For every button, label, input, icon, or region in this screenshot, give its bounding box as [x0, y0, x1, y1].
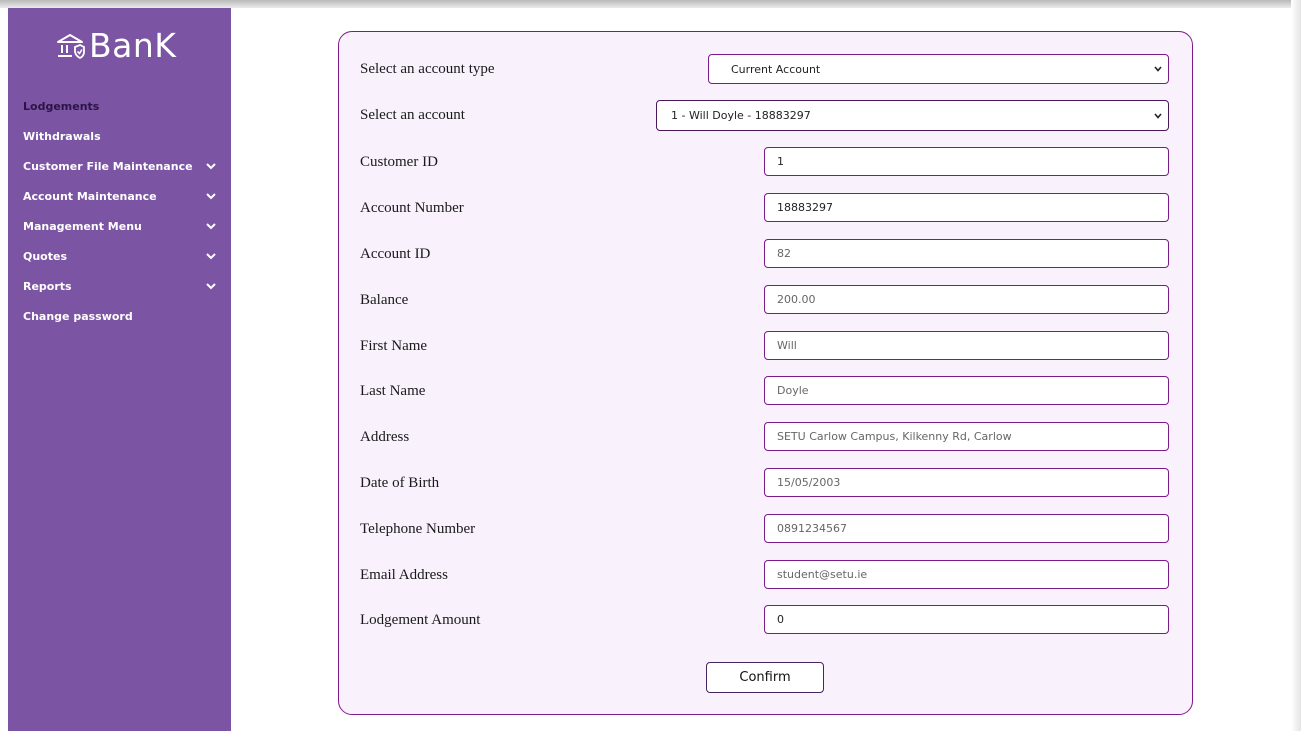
balance-row: Balance 200.00 [339, 285, 1192, 314]
chevron-down-icon [206, 193, 216, 200]
sidebar: BanK Lodgements Withdrawals Customer Fil… [8, 8, 231, 731]
customer-id-row: Customer ID 1 [339, 147, 1192, 176]
account-id-value: 82 [777, 247, 791, 260]
lodgement-form: Select an account type Current Account S… [338, 31, 1193, 715]
lodgement-amount-value: 0 [777, 613, 784, 626]
lodgement-amount-label: Lodgement Amount [360, 612, 481, 628]
chevron-down-icon [206, 283, 216, 290]
sidebar-nav: Lodgements Withdrawals Customer File Mai… [8, 91, 231, 331]
sidebar-item-label: Quotes [23, 249, 68, 263]
account-type-label: Select an account type [360, 61, 495, 77]
confirm-button[interactable]: Confirm [706, 662, 824, 693]
balance-field[interactable]: 200.00 [764, 285, 1169, 314]
sidebar-item-lodgements[interactable]: Lodgements [8, 91, 231, 121]
account-number-label: Account Number [360, 200, 464, 216]
telephone-field[interactable]: 0891234567 [764, 514, 1169, 543]
last-name-field[interactable]: Doyle [764, 376, 1169, 405]
sidebar-item-account-maintenance[interactable]: Account Maintenance [8, 181, 231, 211]
date-of-birth-row: Date of Birth 15/05/2003 [339, 468, 1192, 497]
sidebar-item-label: Account Maintenance [23, 189, 157, 203]
email-value: student@setu.ie [777, 568, 868, 581]
address-value: SETU Carlow Campus, Kilkenny Rd, Carlow [777, 430, 1012, 443]
chevron-down-icon [1154, 66, 1162, 72]
balance-value: 200.00 [777, 293, 816, 306]
telephone-value: 0891234567 [777, 522, 847, 535]
sidebar-item-reports[interactable]: Reports [8, 271, 231, 301]
sidebar-item-label: Change password [23, 309, 133, 323]
address-row: Address SETU Carlow Campus, Kilkenny Rd,… [339, 422, 1192, 451]
sidebar-item-change-password[interactable]: Change password [8, 301, 231, 331]
sidebar-item-label: Lodgements [23, 99, 100, 113]
customer-id-label: Customer ID [360, 154, 438, 170]
first-name-label: First Name [360, 338, 428, 354]
account-label: Select an account [360, 107, 465, 123]
last-name-row: Last Name Doyle [339, 376, 1192, 405]
sidebar-item-management-menu[interactable]: Management Menu [8, 211, 231, 241]
account-number-value: 18883297 [777, 201, 833, 214]
account-select[interactable]: 1 - Will Doyle - 18883297 [656, 100, 1169, 131]
last-name-label: Last Name [360, 383, 426, 399]
account-id-label: Account ID [360, 246, 431, 262]
brand-name: BanK [89, 26, 177, 65]
email-field[interactable]: student@setu.ie [764, 560, 1169, 589]
account-row: Select an account 1 - Will Doyle - 18883… [339, 100, 1192, 131]
account-value: 1 - Will Doyle - 18883297 [671, 109, 811, 122]
bank-logo[interactable]: BanK [55, 24, 176, 68]
window-top-edge [0, 0, 1301, 8]
sidebar-item-quotes[interactable]: Quotes [8, 241, 231, 271]
balance-label: Balance [360, 292, 409, 308]
chevron-down-icon [206, 223, 216, 230]
sidebar-item-label: Customer File Maintenance [23, 159, 193, 173]
sidebar-item-customer-file-maintenance[interactable]: Customer File Maintenance [8, 151, 231, 181]
account-type-select[interactable]: Current Account [708, 54, 1169, 84]
bank-icon [57, 34, 85, 60]
account-number-field[interactable]: 18883297 [764, 193, 1169, 222]
email-label: Email Address [360, 567, 448, 583]
address-field[interactable]: SETU Carlow Campus, Kilkenny Rd, Carlow [764, 422, 1169, 451]
telephone-label: Telephone Number [360, 521, 476, 537]
first-name-row: First Name Will [339, 331, 1192, 360]
last-name-value: Doyle [777, 384, 809, 397]
account-number-row: Account Number 18883297 [339, 193, 1192, 222]
customer-id-field[interactable]: 1 [764, 147, 1169, 176]
account-id-row: Account ID 82 [339, 239, 1192, 268]
window-right-edge [1291, 0, 1301, 731]
address-label: Address [360, 429, 410, 445]
chevron-down-icon [206, 163, 216, 170]
sidebar-item-withdrawals[interactable]: Withdrawals [8, 121, 231, 151]
lodgement-amount-row: Lodgement Amount 0 [339, 605, 1192, 634]
telephone-row: Telephone Number 0891234567 [339, 514, 1192, 543]
date-of-birth-label: Date of Birth [360, 475, 440, 491]
email-row: Email Address student@setu.ie [339, 560, 1192, 589]
sidebar-item-label: Withdrawals [23, 129, 101, 143]
date-of-birth-field[interactable]: 15/05/2003 [764, 468, 1169, 497]
lodgement-amount-field[interactable]: 0 [764, 605, 1169, 634]
first-name-field[interactable]: Will [764, 331, 1169, 360]
first-name-value: Will [777, 339, 797, 352]
date-of-birth-value: 15/05/2003 [777, 476, 841, 489]
customer-id-value: 1 [777, 155, 784, 168]
sidebar-item-label: Management Menu [23, 219, 142, 233]
chevron-down-icon [206, 253, 216, 260]
account-type-row: Select an account type Current Account [339, 54, 1192, 84]
account-id-field[interactable]: 82 [764, 239, 1169, 268]
sidebar-item-label: Reports [23, 279, 72, 293]
chevron-down-icon [1154, 112, 1162, 119]
account-type-value: Current Account [731, 62, 821, 76]
